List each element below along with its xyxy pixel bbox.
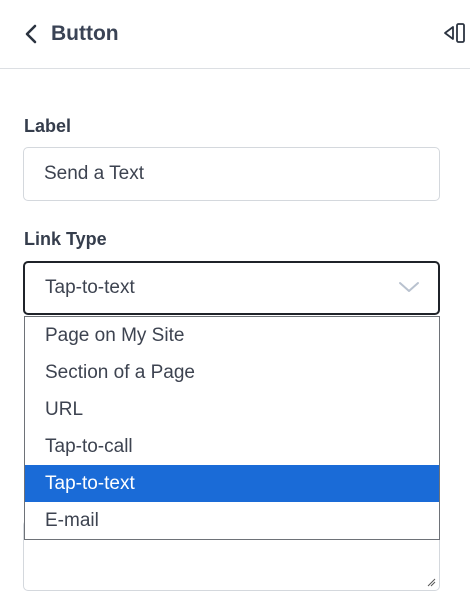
- option-page-on-my-site[interactable]: Page on My Site: [25, 317, 439, 354]
- chevron-left-icon: [25, 24, 37, 44]
- option-tap-to-call[interactable]: Tap-to-call: [25, 428, 439, 465]
- option-url[interactable]: URL: [25, 391, 439, 428]
- option-tap-to-text[interactable]: Tap-to-text: [25, 465, 439, 502]
- back-button[interactable]: [18, 20, 44, 48]
- label-field-label: Label: [24, 116, 72, 136]
- chevron-down-icon: [399, 282, 419, 292]
- panel-header: Button: [0, 0, 470, 69]
- collapse-panel-icon: [444, 23, 465, 43]
- link-type-dropdown-list: Page on My Site Section of a Page URL Ta…: [24, 316, 440, 540]
- collapse-panel-button[interactable]: [440, 20, 468, 46]
- option-section-of-a-page[interactable]: Section of a Page: [25, 354, 439, 391]
- page-title: Button: [51, 22, 119, 45]
- link-type-select[interactable]: Tap-to-text: [23, 261, 440, 315]
- option-e-mail[interactable]: E-mail: [25, 502, 439, 539]
- link-type-label: Link Type: [24, 229, 107, 249]
- link-type-selected-value: Tap-to-text: [45, 277, 135, 298]
- resize-handle-icon[interactable]: [426, 577, 436, 587]
- label-input[interactable]: [23, 147, 440, 201]
